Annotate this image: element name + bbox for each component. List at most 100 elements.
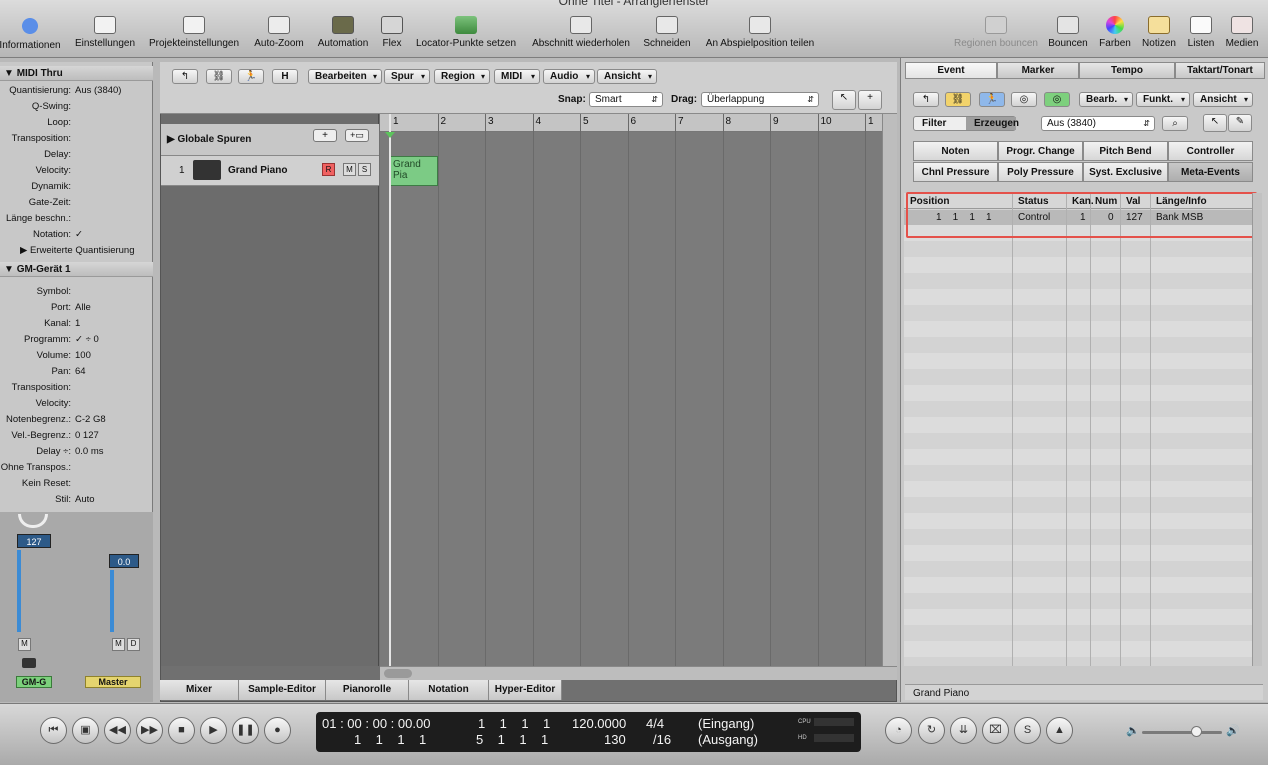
- list-scrollbar[interactable]: [1252, 193, 1262, 666]
- tab-sample-editor[interactable]: Sample-Editor: [239, 680, 326, 700]
- cell-info[interactable]: Bank MSB: [1156, 212, 1203, 223]
- menu-audio[interactable]: Audio: [543, 69, 595, 84]
- tab-pianorolle[interactable]: Pianorolle: [326, 680, 409, 700]
- gm-device-row[interactable]: Pan: 64: [0, 364, 153, 379]
- transport-display[interactable]: 01 : 00 : 00 : 00.00 1 1 1 1 1 1 1 1 5 1…: [316, 712, 861, 752]
- gm-device-value[interactable]: ✓ ÷ 0: [75, 332, 99, 347]
- gm-device-row[interactable]: Notenbegrenz.: C-2 G8: [0, 412, 153, 427]
- horizontal-scrollbar[interactable]: [380, 666, 897, 680]
- list-quant-popup[interactable]: Aus (3840): [1041, 116, 1155, 131]
- toolbar-notizen[interactable]: Notizen: [1139, 16, 1179, 56]
- duplicate-track-button[interactable]: +▭: [345, 129, 369, 142]
- gm-device-row[interactable]: Programm: ✓ ÷ 0: [0, 332, 153, 347]
- gm-device-value[interactable]: 1: [75, 316, 80, 331]
- cell-val[interactable]: 127: [1126, 212, 1143, 223]
- cell-position[interactable]: 1 1 1 1: [936, 212, 992, 223]
- list-catch-button[interactable]: 🏃: [979, 92, 1005, 107]
- master-volume-thumb[interactable]: [1191, 726, 1202, 737]
- gm-device-row[interactable]: Symbol:: [0, 284, 153, 299]
- create-button[interactable]: Erzeugen: [966, 117, 1019, 130]
- gm-device-value[interactable]: 0 127: [75, 428, 99, 443]
- gm-device-row[interactable]: Kein Reset:: [0, 476, 153, 491]
- solo-button[interactable]: S: [358, 163, 371, 176]
- gm-device-header[interactable]: ▼ GM-Gerät 1: [0, 262, 153, 277]
- autopunch-button[interactable]: ⇊: [950, 717, 977, 744]
- gm-device-row[interactable]: Stil: Auto: [0, 492, 153, 507]
- drag-popup[interactable]: Überlappung: [701, 92, 819, 107]
- go-to-start-button[interactable]: ⏮: [40, 717, 67, 744]
- midi-thru-row[interactable]: Länge beschn.:: [0, 211, 153, 226]
- gm-device-value[interactable]: Alle: [75, 300, 91, 315]
- toolbar-medien[interactable]: Medien: [1222, 16, 1262, 56]
- midi-in-button[interactable]: ◎: [1011, 92, 1037, 107]
- stop-button[interactable]: ■: [168, 717, 195, 744]
- global-tracks-row[interactable]: ▶ Globale Spuren + +▭: [161, 124, 379, 156]
- toolbar-farben[interactable]: Farben: [1096, 16, 1134, 56]
- filter-create-toggle[interactable]: Filter Erzeugen: [913, 116, 1019, 131]
- pointer-tool[interactable]: ↖: [832, 90, 856, 110]
- toolbar-regionen-bouncen[interactable]: Regionen bouncen: [952, 16, 1040, 56]
- type-noten[interactable]: Noten: [913, 141, 998, 161]
- midi-out-button[interactable]: ◎: [1044, 92, 1070, 107]
- toolbar-listen[interactable]: Listen: [1184, 16, 1218, 56]
- toolbar-schneiden[interactable]: Schneiden: [641, 16, 693, 56]
- left-locator[interactable]: 1 1 1 1: [478, 716, 550, 731]
- col-num[interactable]: Num: [1095, 196, 1117, 207]
- midi-thru-row[interactable]: Quantisierung: Aus (3840): [0, 83, 153, 98]
- type-progr-change[interactable]: Progr. Change: [998, 141, 1083, 161]
- toolbar-einstellungen[interactable]: Einstellungen: [70, 16, 140, 56]
- tempo-value[interactable]: 120.0000: [572, 716, 626, 731]
- tab-hyper-editor[interactable]: Hyper-Editor: [489, 680, 562, 700]
- midi-thru-row[interactable]: Transposition:: [0, 131, 153, 146]
- list-back-button[interactable]: ↰: [913, 92, 939, 107]
- master-fader-track[interactable]: [110, 570, 114, 632]
- bar-position[interactable]: 1 1 1 1: [354, 732, 426, 747]
- fast-forward-button[interactable]: ▶▶: [136, 717, 163, 744]
- cycle-button[interactable]: ▣: [72, 717, 99, 744]
- list-menu-ansicht[interactable]: Ansicht: [1193, 92, 1253, 107]
- cell-status[interactable]: Control: [1018, 212, 1050, 223]
- division-value[interactable]: 130: [604, 732, 626, 747]
- menu-ansicht[interactable]: Ansicht: [597, 69, 657, 84]
- gm-device-row[interactable]: Transposition:: [0, 380, 153, 395]
- menu-spur[interactable]: Spur: [384, 69, 430, 84]
- pause-button[interactable]: ❚❚: [232, 717, 259, 744]
- gm-device-row[interactable]: Ohne Transpos.:: [0, 460, 153, 475]
- midi-thru-row[interactable]: Q-Swing:: [0, 99, 153, 114]
- strip-fader-track[interactable]: [17, 550, 21, 632]
- list-pointer-tool[interactable]: ↖: [1203, 114, 1227, 132]
- tab-tempo[interactable]: Tempo: [1079, 62, 1175, 79]
- tab-notation[interactable]: Notation: [409, 680, 489, 700]
- tab-event[interactable]: Event: [905, 62, 997, 79]
- col-info[interactable]: Länge/Info: [1156, 196, 1207, 207]
- vertical-scrollbar[interactable]: [882, 114, 897, 666]
- solo-mode-button[interactable]: ⌧: [982, 717, 1009, 744]
- type-pitch-bend[interactable]: Pitch Bend: [1083, 141, 1168, 161]
- gm-device-row[interactable]: Port: Alle: [0, 300, 153, 315]
- type-controller[interactable]: Controller: [1168, 141, 1253, 161]
- list-menu-bearb[interactable]: Bearb.: [1079, 92, 1133, 107]
- toolbar-bouncen[interactable]: Bouncen: [1046, 16, 1090, 56]
- col-kan[interactable]: Kan.: [1072, 196, 1094, 207]
- type-meta-events[interactable]: Meta-Events: [1168, 162, 1253, 182]
- gm-device-value[interactable]: Auto: [75, 492, 95, 507]
- list-pencil-tool[interactable]: ✎: [1228, 114, 1252, 132]
- col-status[interactable]: Status: [1018, 196, 1049, 207]
- strip-name[interactable]: GM-G: [16, 676, 52, 688]
- metronome-button[interactable]: ▲: [1046, 717, 1073, 744]
- smpte-position[interactable]: 01 : 00 : 00 : 00.00: [322, 716, 430, 731]
- gm-device-value[interactable]: 100: [75, 348, 91, 363]
- toolbar-locator[interactable]: Locator-Punkte setzen: [412, 16, 520, 56]
- gm-device-row[interactable]: Velocity:: [0, 396, 153, 411]
- menu-bearbeiten[interactable]: Bearbeiten: [308, 69, 382, 84]
- gm-device-value[interactable]: 64: [75, 364, 86, 379]
- midi-thru-value[interactable]: ✓: [75, 227, 83, 242]
- toolbar-informationen[interactable]: Informationen: [0, 16, 66, 56]
- strip-mute-button[interactable]: M: [18, 638, 31, 651]
- list-menu-funkt[interactable]: Funkt.: [1136, 92, 1190, 107]
- list-link-button[interactable]: ⛓: [945, 92, 971, 107]
- link-button[interactable]: ⛓: [206, 69, 232, 84]
- toolbar-automation[interactable]: Automation: [314, 16, 372, 56]
- toolbar-split[interactable]: An Abspielposition teilen: [700, 16, 820, 56]
- advanced-quantization[interactable]: ▶ Erweiterte Quantisierung: [0, 243, 153, 258]
